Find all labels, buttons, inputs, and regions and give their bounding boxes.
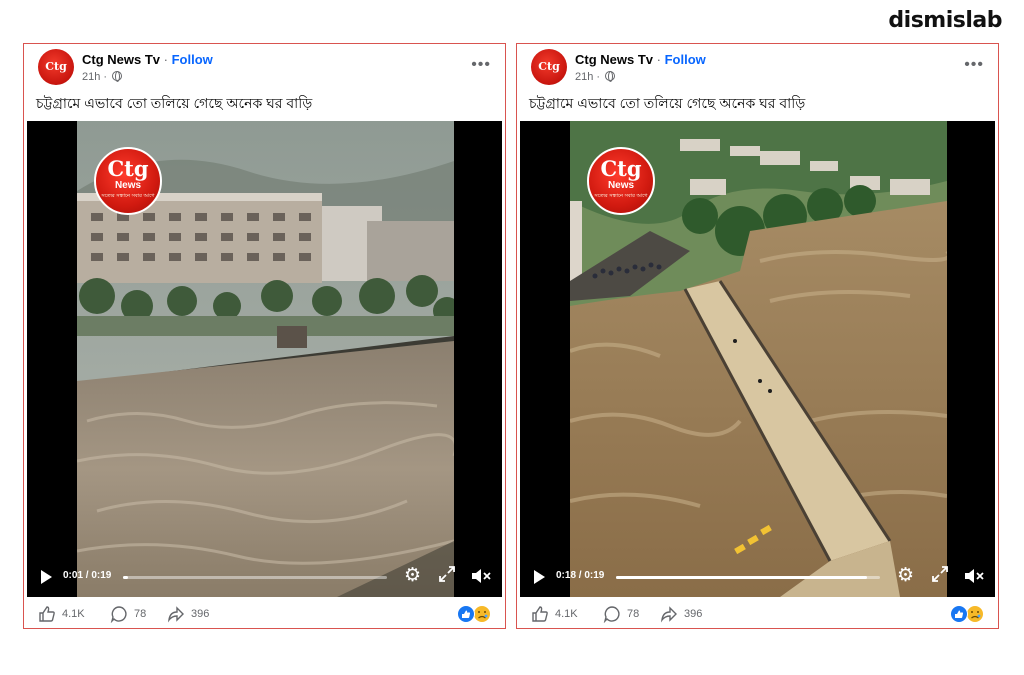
watermark-title: Ctg [107,156,149,181]
follow-button[interactable]: Follow [172,52,213,67]
video-player[interactable]: Ctg News সত্যের সন্ধানে সবার আগে 0:01 / … [27,121,502,597]
watermark-tagline: সত্যের সন্ধানে সবার আগে [594,193,648,199]
thumbs-up-icon [532,606,548,622]
video-progress-bar[interactable] [123,576,387,579]
thumbs-up-icon [39,606,55,622]
video-player[interactable]: Ctg News সত্যের সন্ধানে সবার আগে 0:18 / … [520,121,995,597]
comment-button[interactable]: 78 [110,605,147,624]
gear-icon[interactable]: ⚙ [404,566,421,586]
gear-icon[interactable]: ⚙ [897,566,914,586]
comment-bubble-icon [603,606,620,624]
speaker-muted-icon[interactable] [964,568,984,584]
post-caption: চট্টগ্রামে এভাবে তো তলিয়ে গেছে অনেক ঘর … [529,95,806,111]
page-name-line: Ctg News Tv · Follow [82,52,213,67]
post-actions: 4.1K 78 396 [24,600,505,628]
comment-count: 78 [134,607,147,620]
video-time: 0:01 / 0:19 [63,570,112,581]
post-actions: 4.1K 78 396 [517,600,998,628]
like-count: 4.1K [62,607,85,620]
separator-dot: · [163,52,168,67]
video-time: 0:18 / 0:19 [556,570,605,581]
post-time[interactable]: 21h · [82,71,123,83]
like-button[interactable]: 4.1K [531,605,578,623]
globe-icon [605,71,616,82]
video-progress-fill [616,576,867,579]
expand-icon[interactable] [439,566,455,582]
play-icon[interactable] [534,570,545,584]
watermark-subtitle: News [607,180,635,191]
watermark-tagline: সত্যের সন্ধানে সবার আগে [101,193,155,199]
video-progress-fill [123,576,129,579]
page-name[interactable]: Ctg News Tv [575,52,653,67]
share-button[interactable]: 396 [167,605,209,623]
like-and-sad-reaction-icons[interactable] [457,605,491,623]
post-time[interactable]: 21h · [575,71,616,83]
play-icon[interactable] [41,570,52,584]
like-count: 4.1K [555,607,578,620]
more-options-button[interactable]: ••• [471,56,491,74]
like-button[interactable]: 4.1K [38,605,85,623]
post-time-label: 21h · [82,71,108,83]
globe-icon [112,71,123,82]
page-name-line: Ctg News Tv · Follow [575,52,706,67]
comment-button[interactable]: 78 [603,605,640,624]
post-header: Ctg Ctg News Tv · Follow 21h · ••• [24,44,505,90]
post-header: Ctg Ctg News Tv · Follow 21h · ••• [517,44,998,90]
share-arrow-icon [167,606,184,623]
share-count: 396 [191,607,210,620]
like-and-sad-reaction-icons[interactable] [950,605,984,623]
follow-button[interactable]: Follow [665,52,706,67]
page-avatar[interactable]: Ctg [38,49,74,85]
expand-icon[interactable] [932,566,948,582]
dismislab-logo: dismislab [888,8,1002,33]
ctg-news-watermark: Ctg News সত্যের সন্ধানে সবার আগে [587,147,655,215]
page-name[interactable]: Ctg News Tv [82,52,160,67]
post-caption: চট্টগ্রামে এভাবে তো তলিয়ে গেছে অনেক ঘর … [36,95,313,111]
share-button[interactable]: 396 [660,605,702,623]
share-arrow-icon [660,606,677,623]
watermark-title: Ctg [600,156,642,181]
comment-count: 78 [627,607,640,620]
watermark-subtitle: News [114,180,142,191]
separator-dot: · [656,52,661,67]
video-controls: 0:01 / 0:19 ⚙ [27,557,502,597]
video-progress-bar[interactable] [616,576,880,579]
video-frame: Ctg News সত্যের সন্ধানে সবার আগে [77,121,454,597]
share-count: 396 [684,607,703,620]
facebook-post-2: Ctg Ctg News Tv · Follow 21h · ••• চট্টগ… [516,43,999,629]
speaker-muted-icon[interactable] [471,568,491,584]
ctg-news-watermark: Ctg News সত্যের সন্ধানে সবার আগে [94,147,162,215]
page-avatar[interactable]: Ctg [531,49,567,85]
facebook-post-1: Ctg Ctg News Tv · Follow 21h · ••• চট্টগ… [23,43,506,629]
video-controls: 0:18 / 0:19 ⚙ [520,557,995,597]
video-frame: Ctg News সত্যের সন্ধানে সবার আগে [570,121,947,597]
more-options-button[interactable]: ••• [964,56,984,74]
post-time-label: 21h · [575,71,601,83]
comment-bubble-icon [110,606,127,624]
